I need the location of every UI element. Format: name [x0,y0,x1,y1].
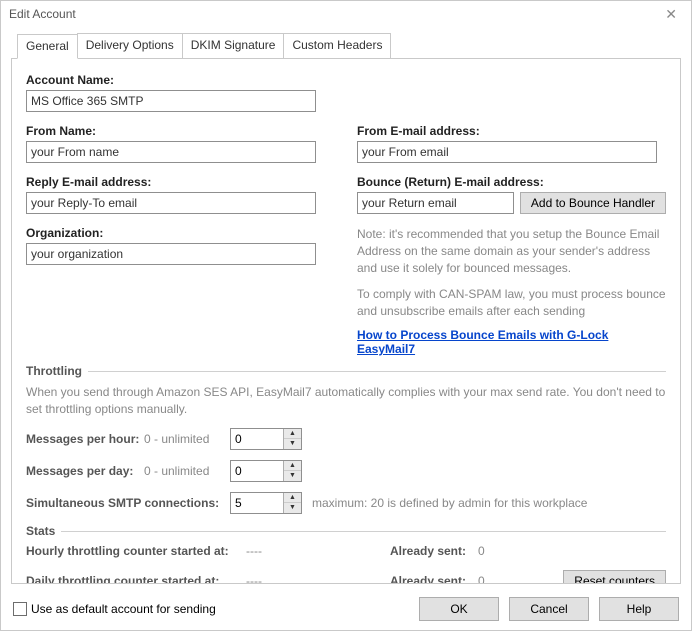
organization-label: Organization: [26,226,335,240]
from-name-input[interactable] [26,141,316,163]
reply-email-input[interactable] [26,192,316,214]
per-hour-label: Messages per hour: [26,432,144,446]
reset-counters-button[interactable]: Reset counters [563,570,666,584]
cancel-button[interactable]: Cancel [509,597,589,621]
from-email-input[interactable] [357,141,657,163]
tab-delivery-options[interactable]: Delivery Options [77,33,183,58]
edit-account-dialog: Edit Account ✕ General Delivery Options … [0,0,692,631]
spin-up-icon[interactable]: ▲ [284,461,301,472]
smtp-conn-input[interactable] [231,493,283,513]
close-icon[interactable]: ✕ [659,6,683,23]
titlebar: Edit Account ✕ [1,1,691,27]
add-to-bounce-handler-button[interactable]: Add to Bounce Handler [520,192,666,214]
daily-counter-value: ---- [246,574,316,584]
dialog-footer: Use as default account for sending OK Ca… [1,588,691,630]
per-hour-hint: 0 - unlimited [144,432,230,446]
spin-up-icon[interactable]: ▲ [284,493,301,504]
tab-panel-general: Account Name: From Name: Reply E-mail ad… [11,58,681,584]
bounce-note: Note: it's recommended that you setup th… [357,226,666,276]
spin-down-icon[interactable]: ▼ [284,439,301,449]
per-hour-spinner[interactable]: ▲▼ [230,428,302,450]
tabstrip: General Delivery Options DKIM Signature … [17,33,681,58]
daily-sent-value: 0 [466,574,506,584]
from-name-label: From Name: [26,124,335,138]
organization-input[interactable] [26,243,316,265]
tab-custom-headers[interactable]: Custom Headers [283,33,391,58]
default-account-checkbox[interactable] [13,602,27,616]
reply-email-label: Reply E-mail address: [26,175,335,189]
spin-up-icon[interactable]: ▲ [284,429,301,440]
per-hour-input[interactable] [231,429,283,449]
tab-dkim-signature[interactable]: DKIM Signature [182,33,285,58]
smtp-conn-spinner[interactable]: ▲▼ [230,492,302,514]
spin-down-icon[interactable]: ▼ [284,503,301,513]
throttling-intro: When you send through Amazon SES API, Ea… [26,384,666,418]
per-day-spinner[interactable]: ▲▼ [230,460,302,482]
spin-down-icon[interactable]: ▼ [284,471,301,481]
stats-section-title: Stats [26,524,666,538]
per-day-label: Messages per day: [26,464,144,478]
hourly-counter-value: ---- [246,544,316,558]
tab-general[interactable]: General [17,34,78,59]
per-day-input[interactable] [231,461,283,481]
smtp-conn-max-note: maximum: 20 is defined by admin for this… [312,496,587,510]
smtp-conn-label: Simultaneous SMTP connections: [26,496,230,510]
hourly-counter-label: Hourly throttling counter started at: [26,544,246,558]
hourly-sent-label: Already sent: [366,544,466,558]
bounce-email-input[interactable] [357,192,514,214]
hourly-sent-value: 0 [466,544,506,558]
throttling-section-title: Throttling [26,364,666,378]
daily-sent-label: Already sent: [366,574,466,584]
bounce-email-label: Bounce (Return) E-mail address: [357,175,666,189]
account-name-label: Account Name: [26,73,316,87]
bounce-howto-link[interactable]: How to Process Bounce Emails with G-Lock… [357,328,666,356]
help-button[interactable]: Help [599,597,679,621]
canspam-note: To comply with CAN-SPAM law, you must pr… [357,286,666,320]
from-email-label: From E-mail address: [357,124,666,138]
per-day-hint: 0 - unlimited [144,464,230,478]
window-title: Edit Account [9,7,659,21]
account-name-input[interactable] [26,90,316,112]
daily-counter-label: Daily throttling counter started at: [26,574,246,584]
default-account-label: Use as default account for sending [31,602,216,616]
ok-button[interactable]: OK [419,597,499,621]
